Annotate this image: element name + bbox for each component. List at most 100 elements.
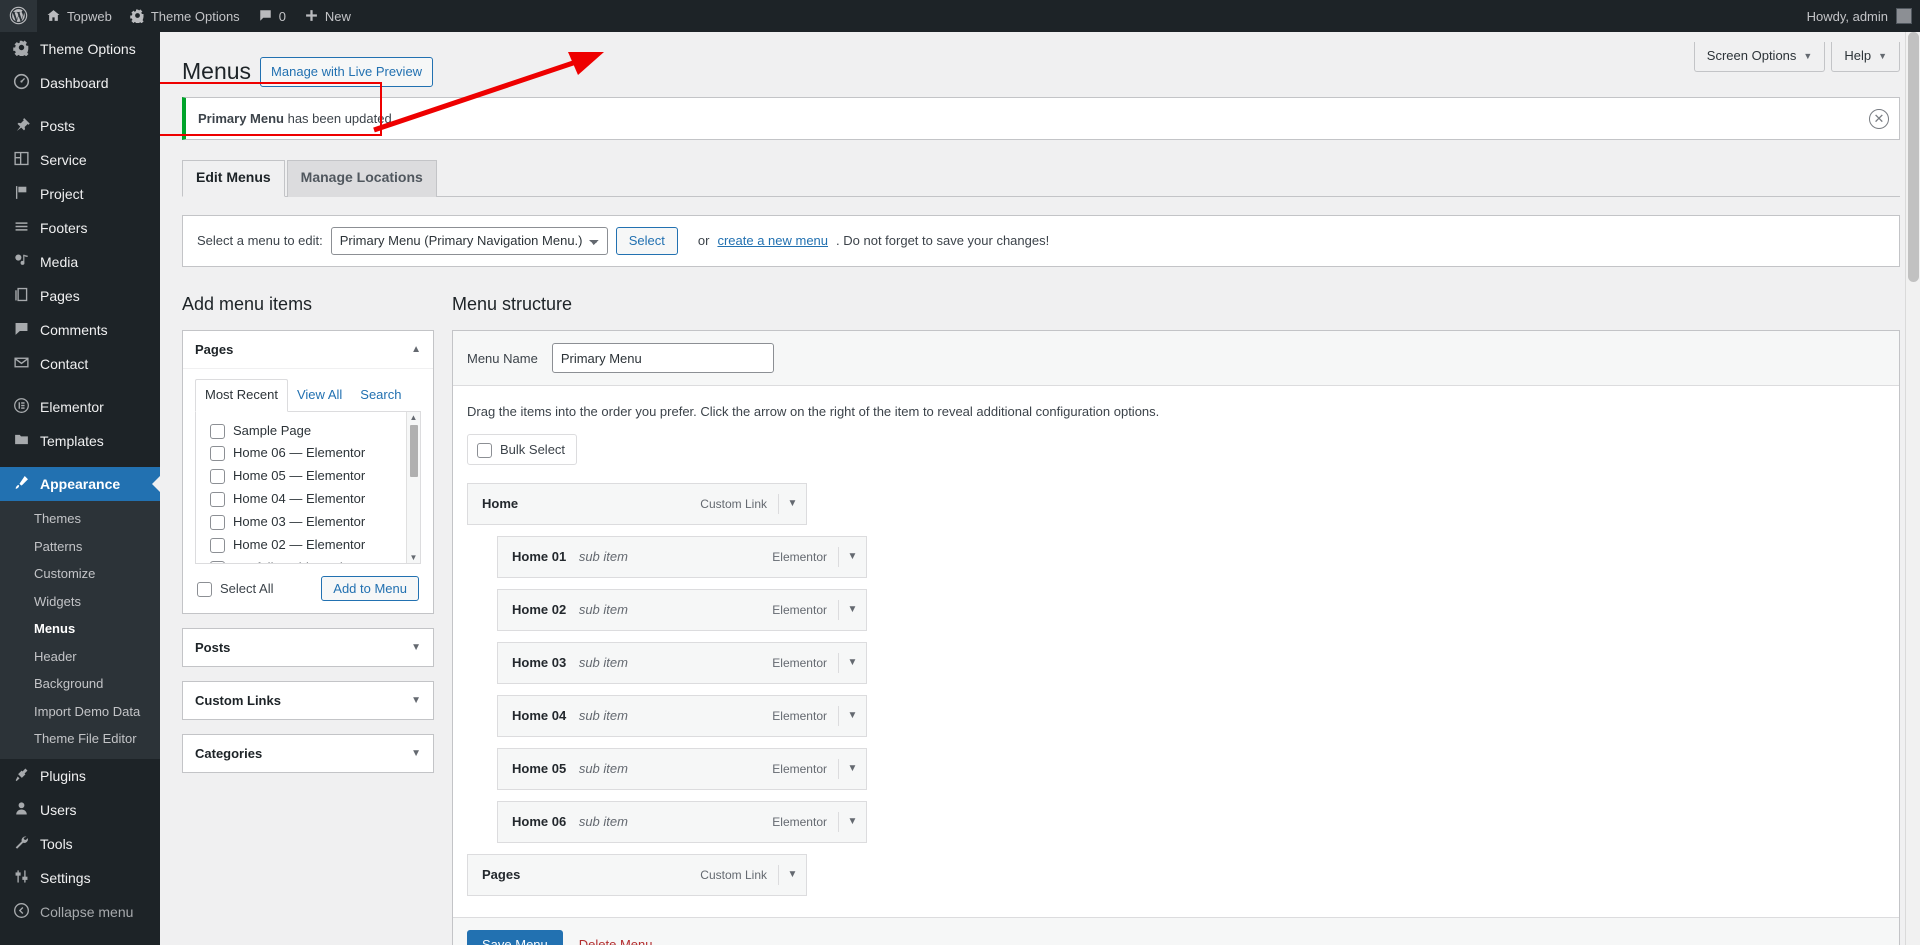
bulk-select-checkbox[interactable] (477, 442, 492, 458)
sidebar-item-pages[interactable]: Pages (0, 279, 160, 313)
page-checkbox[interactable] (210, 423, 225, 439)
pages-tab-view-all[interactable]: View All (288, 380, 351, 410)
list-item[interactable]: Home 03 — Elementor (196, 511, 420, 534)
page-checkbox[interactable] (210, 560, 225, 563)
chevron-down-icon[interactable]: ▼ (838, 652, 866, 673)
sidebar-item-tools[interactable]: Tools (0, 827, 160, 861)
submenu-background[interactable]: Background (0, 670, 160, 698)
close-circle-icon[interactable]: ✕ (1869, 108, 1889, 129)
panel-categories-header[interactable]: Categories ▼ (183, 734, 433, 772)
sidebar-item-contact[interactable]: Contact (0, 347, 160, 381)
panel-posts-header[interactable]: Posts ▼ (183, 628, 433, 666)
select-all-checkbox[interactable] (197, 581, 212, 597)
pages-tab-most-recent[interactable]: Most Recent (195, 379, 288, 412)
sidebar-collapse-menu[interactable]: Collapse menu (0, 895, 160, 929)
chevron-down-icon[interactable]: ▼ (838, 546, 866, 567)
sidebar-item-posts[interactable]: Posts (0, 109, 160, 143)
screen-options-button[interactable]: Screen Options ▼ (1693, 42, 1826, 73)
drag-hint-text: Drag the items into the order you prefer… (467, 404, 1160, 420)
list-item[interactable]: Portfolio Grid 4 Columns — (196, 557, 420, 563)
menu-item-home-04[interactable]: Home 04 sub item Elementor ▼ (497, 694, 867, 737)
create-new-menu-link[interactable]: create a new menu (717, 233, 828, 248)
menu-item-home-05[interactable]: Home 05 sub item Elementor ▼ (497, 747, 867, 790)
menu-name-input[interactable] (551, 343, 774, 374)
manage-with-live-preview-button[interactable]: Manage with Live Preview (260, 56, 434, 88)
theme-options-adminbar[interactable]: Theme Options (121, 0, 249, 32)
menu-item-home-01[interactable]: Home 01 sub item Elementor ▼ (497, 535, 867, 578)
new-content-menu[interactable]: New (295, 0, 360, 32)
page-scroll-thumb[interactable] (1908, 32, 1919, 282)
pages-tab-search[interactable]: Search (351, 380, 410, 410)
sidebar-item-project[interactable]: Project (0, 177, 160, 211)
chevron-down-icon[interactable]: ▼ (778, 864, 806, 885)
submenu-theme-file-editor[interactable]: Theme File Editor (0, 725, 160, 753)
help-button[interactable]: Help ▼ (1831, 42, 1900, 73)
sidebar-item-elementor[interactable]: Elementor (0, 390, 160, 424)
page-checkbox[interactable] (210, 446, 225, 462)
menu-item-home[interactable]: Home Custom Link ▼ (467, 482, 807, 525)
sidebar-item-appearance[interactable]: Appearance (0, 467, 160, 501)
select-all-pages[interactable]: Select All (197, 580, 273, 597)
page-checkbox[interactable] (210, 492, 225, 508)
chevron-down-icon[interactable]: ▼ (838, 811, 866, 832)
menu-item-pages[interactable]: Pages Custom Link ▼ (467, 853, 807, 896)
submenu-customize[interactable]: Customize (0, 560, 160, 588)
chevron-down-icon[interactable]: ▼ (411, 642, 421, 653)
chevron-down-icon[interactable]: ▼ (411, 748, 421, 759)
save-menu-button[interactable]: Save Menu (467, 929, 563, 945)
sidebar-item-comments[interactable]: Comments (0, 313, 160, 347)
sidebar-item-footers[interactable]: Footers (0, 211, 160, 245)
pages-list-scrollbar[interactable]: ▲ ▼ (406, 411, 420, 563)
scroll-thumb[interactable] (410, 424, 418, 477)
delete-menu-link[interactable]: Delete Menu (579, 937, 653, 945)
page-scrollbar[interactable] (1905, 32, 1920, 945)
chevron-down-icon[interactable]: ▼ (778, 493, 806, 514)
sidebar-label: Users (40, 801, 77, 818)
page-checkbox[interactable] (210, 514, 225, 530)
chevron-down-icon[interactable]: ▼ (838, 599, 866, 620)
comments-adminbar[interactable]: 0 (249, 0, 295, 32)
submenu-widgets[interactable]: Widgets (0, 588, 160, 616)
sidebar-item-theme-options[interactable]: Theme Options (0, 32, 160, 66)
sidebar-item-plugins[interactable]: Plugins (0, 759, 160, 793)
scroll-up-arrow-icon[interactable]: ▲ (410, 412, 418, 423)
sidebar-item-dashboard[interactable]: Dashboard (0, 66, 160, 100)
wp-logo-menu[interactable] (0, 0, 37, 32)
list-item[interactable]: Home 02 — Elementor (196, 534, 420, 557)
tab-edit-menus[interactable]: Edit Menus (182, 160, 285, 197)
add-to-menu-button[interactable]: Add to Menu (321, 575, 419, 601)
chevron-down-icon[interactable]: ▼ (838, 758, 866, 779)
tab-manage-locations[interactable]: Manage Locations (286, 160, 437, 197)
submenu-patterns[interactable]: Patterns (0, 533, 160, 561)
menu-select-dropdown[interactable]: Primary Menu (Primary Navigation Menu.) (330, 226, 608, 255)
submenu-menus[interactable]: Menus (0, 615, 160, 643)
select-button[interactable]: Select (615, 226, 678, 255)
panel-pages-header[interactable]: Pages ▲ (183, 331, 433, 370)
submenu-import-demo-data[interactable]: Import Demo Data (0, 698, 160, 726)
menu-item-home-06[interactable]: Home 06 sub item Elementor ▼ (497, 800, 867, 843)
sidebar-item-service[interactable]: Service (0, 143, 160, 177)
chevron-down-icon[interactable]: ▼ (411, 695, 421, 706)
submenu-header[interactable]: Header (0, 643, 160, 671)
chevron-up-icon[interactable]: ▲ (411, 344, 421, 355)
list-item[interactable]: Home 04 — Elementor (196, 488, 420, 511)
submenu-themes[interactable]: Themes (0, 505, 160, 533)
scroll-down-arrow-icon[interactable]: ▼ (410, 552, 418, 563)
page-checkbox[interactable] (210, 537, 225, 553)
adminbar-account[interactable]: Howdy, admin (1807, 8, 1920, 24)
list-item[interactable]: Sample Page (196, 420, 420, 443)
sidebar-item-media[interactable]: Media (0, 245, 160, 279)
sidebar-item-templates[interactable]: Templates (0, 424, 160, 458)
sidebar-item-settings[interactable]: Settings (0, 861, 160, 895)
list-item[interactable]: Home 06 — Elementor (196, 442, 420, 465)
sidebar-item-users[interactable]: Users (0, 793, 160, 827)
menu-item-home-02[interactable]: Home 02 sub item Elementor ▼ (497, 588, 867, 631)
page-checkbox[interactable] (210, 469, 225, 485)
howdy-label: Howdy, admin (1806, 8, 1888, 24)
menu-item-home-03[interactable]: Home 03 sub item Elementor ▼ (497, 641, 867, 684)
bulk-select-toggle[interactable]: Bulk Select (467, 433, 578, 465)
chevron-down-icon[interactable]: ▼ (838, 705, 866, 726)
panel-custom-links-header[interactable]: Custom Links ▼ (183, 681, 433, 719)
list-item[interactable]: Home 05 — Elementor (196, 465, 420, 488)
site-name-menu[interactable]: Topweb (37, 0, 121, 32)
